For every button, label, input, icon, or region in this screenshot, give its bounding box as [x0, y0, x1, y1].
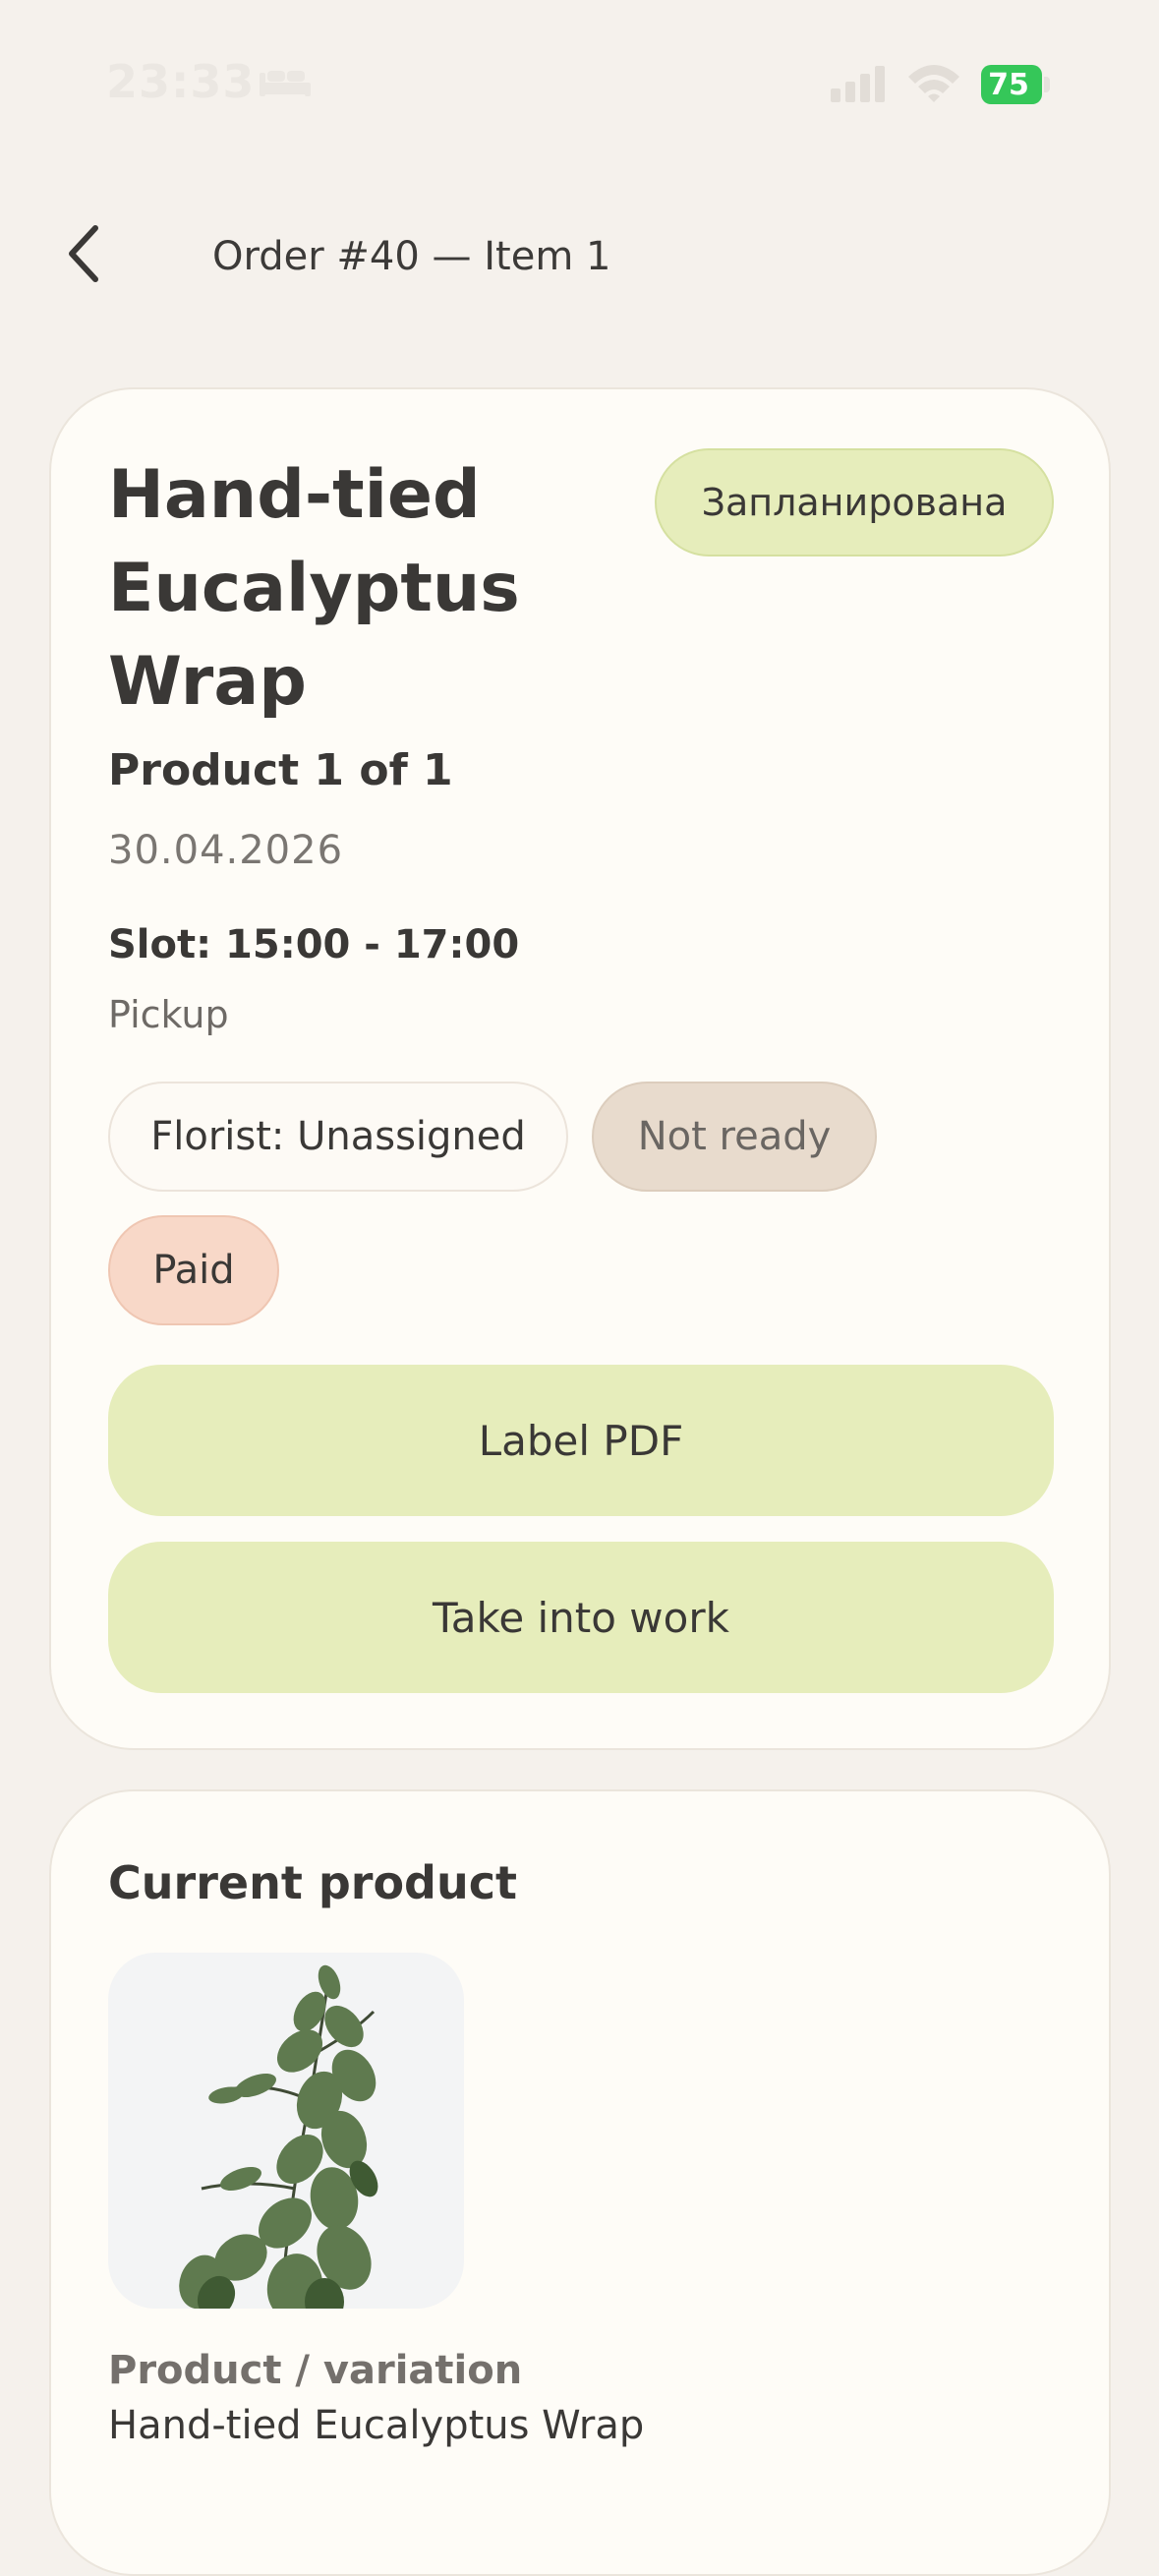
battery-tip	[1044, 77, 1050, 92]
chevron-left-icon	[64, 222, 103, 289]
order-date: 30.04.2026	[108, 828, 344, 873]
label-pdf-button[interactable]: Label PDF	[108, 1365, 1054, 1516]
readiness-tag: Not ready	[592, 1082, 877, 1192]
product-count: Product 1 of 1	[108, 745, 453, 795]
order-item-card: Hand-tied Eucalyptus Wrap Запланирована …	[49, 387, 1111, 1750]
payment-tag: Paid	[108, 1215, 279, 1325]
status-badge: Запланирована	[655, 448, 1054, 556]
bed-icon	[258, 65, 313, 102]
wifi-icon	[906, 61, 961, 108]
back-button[interactable]	[49, 220, 118, 291]
nav-header: Order #40 — Item 1	[0, 206, 1159, 305]
signal-icon	[831, 65, 890, 108]
product-image	[108, 1953, 464, 2309]
status-time: 23:33	[106, 55, 256, 108]
status-bar: 23:33 75	[0, 0, 1159, 147]
delivery-slot: Slot: 15:00 - 17:00	[108, 922, 520, 967]
current-product-card: Current product Product / variation Hand…	[49, 1789, 1111, 2576]
florist-tag[interactable]: Florist: Unassigned	[108, 1082, 568, 1192]
section-title: Current product	[108, 1856, 517, 1909]
variation-value: Hand-tied Eucalyptus Wrap	[108, 2403, 645, 2448]
eucalyptus-image	[179, 1964, 378, 2309]
battery-icon: 75	[981, 65, 1042, 104]
take-into-work-button[interactable]: Take into work	[108, 1542, 1054, 1693]
delivery-type: Pickup	[108, 993, 229, 1036]
product-title: Hand-tied Eucalyptus Wrap	[108, 456, 520, 721]
page-title: Order #40 — Item 1	[212, 234, 611, 279]
variation-label: Product / variation	[108, 2348, 523, 2393]
